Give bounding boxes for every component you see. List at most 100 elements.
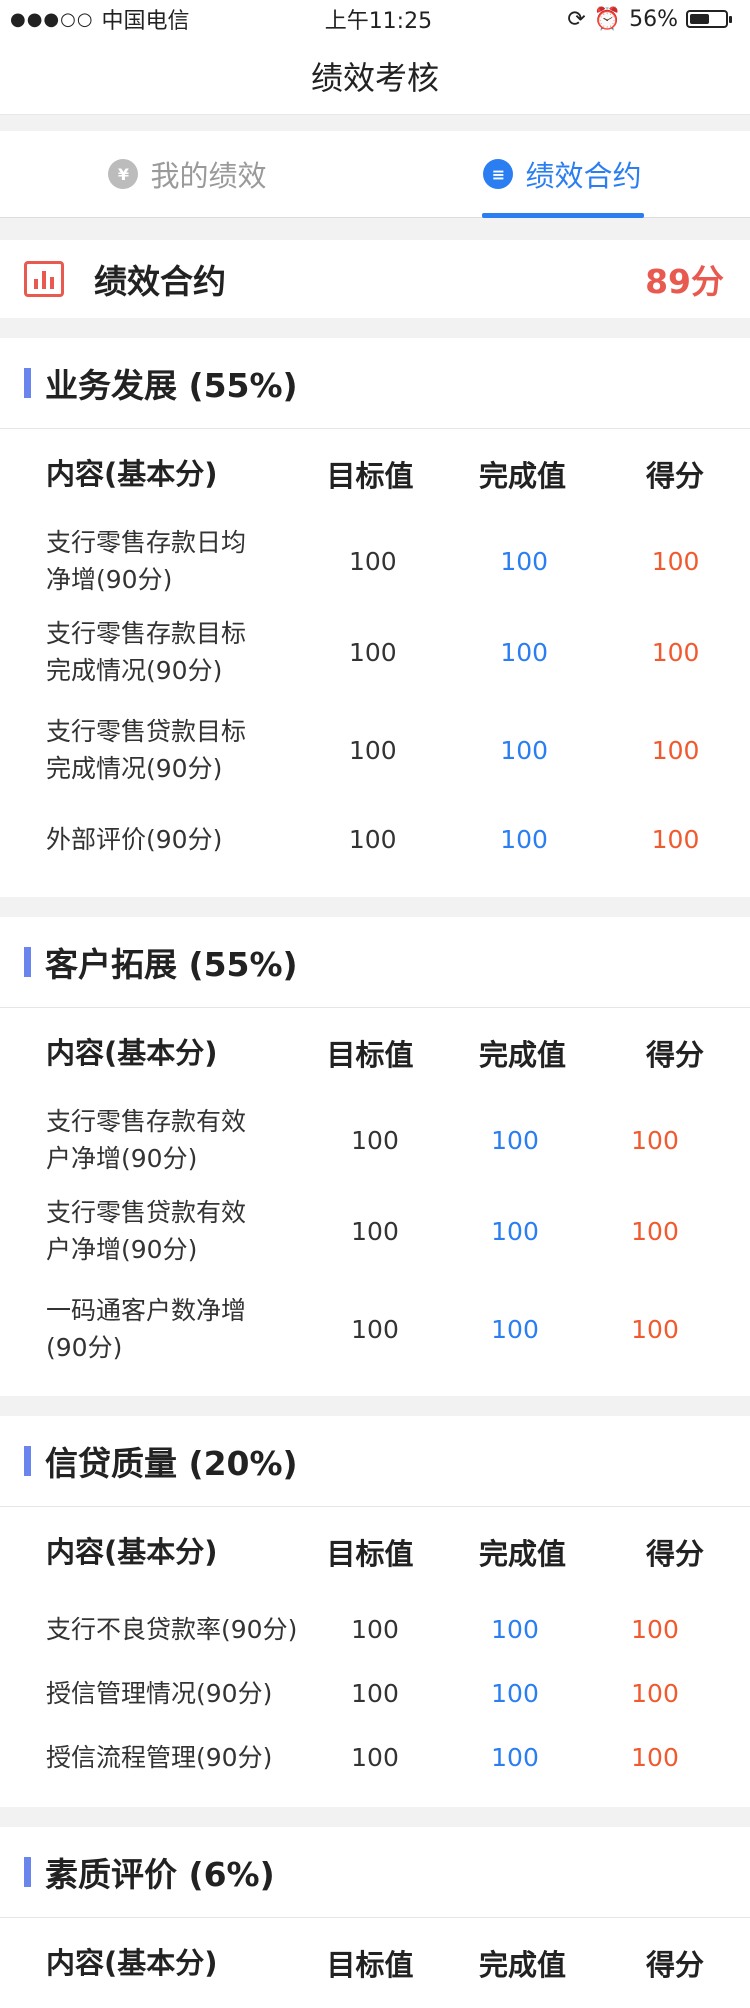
section-title: 素质评价 (6%): [45, 1855, 275, 1894]
table-row: 外部评价(90分) 100 100 100: [0, 799, 750, 879]
row-target: 100: [351, 1314, 399, 1344]
status-time: 上午11:25: [324, 9, 433, 34]
summary-title: 绩效合约: [94, 262, 226, 301]
row-score: 100: [631, 1614, 679, 1644]
row-target: 100: [348, 637, 397, 667]
header-name: 内容(基本分): [46, 1035, 218, 1070]
row-target: 100: [351, 1678, 399, 1708]
row-name: 一码通客户数净增(90分): [46, 1296, 247, 1362]
row-done: 100: [500, 735, 549, 765]
table-header-row: 内容(基本分) 目标值 完成值 得分: [0, 1008, 750, 1098]
row-target: 100: [348, 735, 397, 765]
header-score: 得分: [645, 1537, 704, 1571]
battery-percent: 56%: [629, 6, 678, 32]
header-score: 得分: [645, 459, 704, 493]
table-row: 支行零售贷款有效户净增(90分) 100 100 100: [0, 1182, 750, 1280]
signal-strength-icon: ●●●○○: [10, 8, 94, 30]
table-row: 支行零售存款目标完成情况(90分) 100 100 100: [0, 603, 750, 701]
summary-score: 89分: [645, 262, 724, 301]
header-done: 完成值: [478, 459, 566, 493]
yen-icon: ¥: [108, 159, 139, 189]
table-header-row: 内容(基本分) 目标值 完成值 得分: [0, 1507, 750, 1597]
table-row: 一码通客户数净增(90分) 100 100 100: [0, 1280, 750, 1378]
section-header: 素质评价 (6%): [0, 1827, 750, 1918]
section-accent-bar: [24, 1857, 31, 1887]
status-right: ⟳ ⏰ 56%: [567, 6, 732, 32]
row-target: 100: [351, 1742, 399, 1772]
section-padding: [0, 1378, 750, 1396]
row-done: 100: [491, 1742, 539, 1772]
table-row: 支行零售贷款目标完成情况(90分) 100 100 100: [0, 701, 750, 799]
row-score: 100: [651, 735, 700, 765]
row-done: 100: [491, 1314, 539, 1344]
tab-performance-contract[interactable]: ≡ 绩效合约: [375, 131, 750, 217]
section-business-development: 业务发展 (55%) 内容(基本分) 目标值 完成值 得分 支行零售存款日均净增…: [0, 338, 750, 897]
row-done: 100: [491, 1614, 539, 1644]
row-done: 100: [500, 824, 548, 854]
row-name: 授信流程管理(90分): [46, 1742, 273, 1772]
table-row: 支行零售存款有效户净增(90分) 100 100 100: [0, 1098, 750, 1182]
row-done: 100: [500, 637, 549, 667]
row-target: 100: [351, 1614, 399, 1644]
table-row: 支行不良贷款率(90分) 100 100 100: [0, 1597, 750, 1661]
tab-label: 我的绩效: [150, 159, 267, 193]
row-score: 100: [631, 1678, 679, 1708]
row-name: 支行零售贷款有效户净增(90分): [46, 1198, 247, 1264]
section-title: 业务发展 (55%): [45, 366, 298, 405]
tab-my-performance[interactable]: ¥ 我的绩效: [0, 131, 375, 217]
section-header: 业务发展 (55%): [0, 338, 750, 429]
row-score: 100: [631, 1216, 679, 1246]
section-credit-quality: 信贷质量 (20%) 内容(基本分) 目标值 完成值 得分 支行不良贷款率(90…: [0, 1416, 750, 1807]
section-padding: [0, 1789, 750, 1807]
section-title: 信贷质量 (20%): [45, 1444, 298, 1483]
section-title: 客户拓展 (55%): [45, 945, 298, 984]
header-name: 内容(基本分): [46, 1534, 218, 1569]
status-bar: ●●●○○ 中国电信 上午11:25 ⟳ ⏰ 56%: [0, 0, 750, 38]
row-score: 100: [631, 1742, 679, 1772]
table-header-row: 内容(基本分) 目标值 完成值 得分: [0, 429, 750, 519]
bar-chart-icon: [24, 261, 64, 297]
header-done: 完成值: [478, 1537, 566, 1571]
alarm-icon: ⏰: [593, 6, 622, 32]
row-done: 100: [491, 1125, 539, 1155]
row-score: 100: [651, 637, 700, 667]
row-name: 支行零售贷款目标完成情况(90分): [46, 717, 247, 783]
section-accent-bar: [24, 1446, 31, 1476]
section-padding: [0, 879, 750, 897]
row-target: 100: [351, 1216, 399, 1246]
document-icon: ≡: [483, 159, 514, 189]
section-accent-bar: [24, 947, 31, 977]
header-score: 得分: [645, 1948, 704, 1982]
row-name: 支行零售存款目标完成情况(90分): [46, 619, 247, 685]
header-done: 完成值: [478, 1038, 566, 1072]
status-left: ●●●○○ 中国电信: [10, 3, 190, 35]
row-score: 100: [651, 546, 700, 576]
bar-chart-icon-bar: [42, 271, 46, 289]
row-done: 100: [500, 546, 549, 576]
header-target: 目标值: [326, 459, 414, 493]
row-name: 支行不良贷款率(90分): [46, 1614, 298, 1644]
row-target: 100: [348, 546, 397, 576]
row-name: 授信管理情况(90分): [46, 1678, 273, 1708]
row-done: 100: [491, 1216, 539, 1246]
section-quality-evaluation: 素质评价 (6%) 内容(基本分) 目标值 完成值 得分: [0, 1827, 750, 2008]
header-name: 内容(基本分): [46, 1945, 218, 1980]
table-row: 支行零售存款日均净增(90分) 100 100 100: [0, 519, 750, 603]
page-title: 绩效考核: [310, 59, 439, 97]
nav-bar: 绩效考核: [0, 38, 750, 115]
contract-summary: 绩效合约 89分: [0, 240, 750, 318]
row-name: 支行零售存款有效户净增(90分): [46, 1107, 247, 1173]
bar-chart-icon-bar: [34, 279, 38, 289]
battery-icon: [685, 10, 732, 28]
table-row: 授信流程管理(90分) 100 100 100: [0, 1725, 750, 1789]
rotation-lock-icon: ⟳: [567, 6, 586, 32]
header-score: 得分: [645, 1038, 704, 1072]
section-header: 信贷质量 (20%): [0, 1416, 750, 1507]
table-header-row: 内容(基本分) 目标值 完成值 得分: [0, 1918, 750, 2008]
section-accent-bar: [24, 368, 31, 398]
row-name: 外部评价(90分): [46, 824, 223, 854]
header-target: 目标值: [326, 1948, 414, 1982]
header-done: 完成值: [478, 1948, 566, 1982]
row-score: 100: [631, 1125, 679, 1155]
table-row: 授信管理情况(90分) 100 100 100: [0, 1661, 750, 1725]
